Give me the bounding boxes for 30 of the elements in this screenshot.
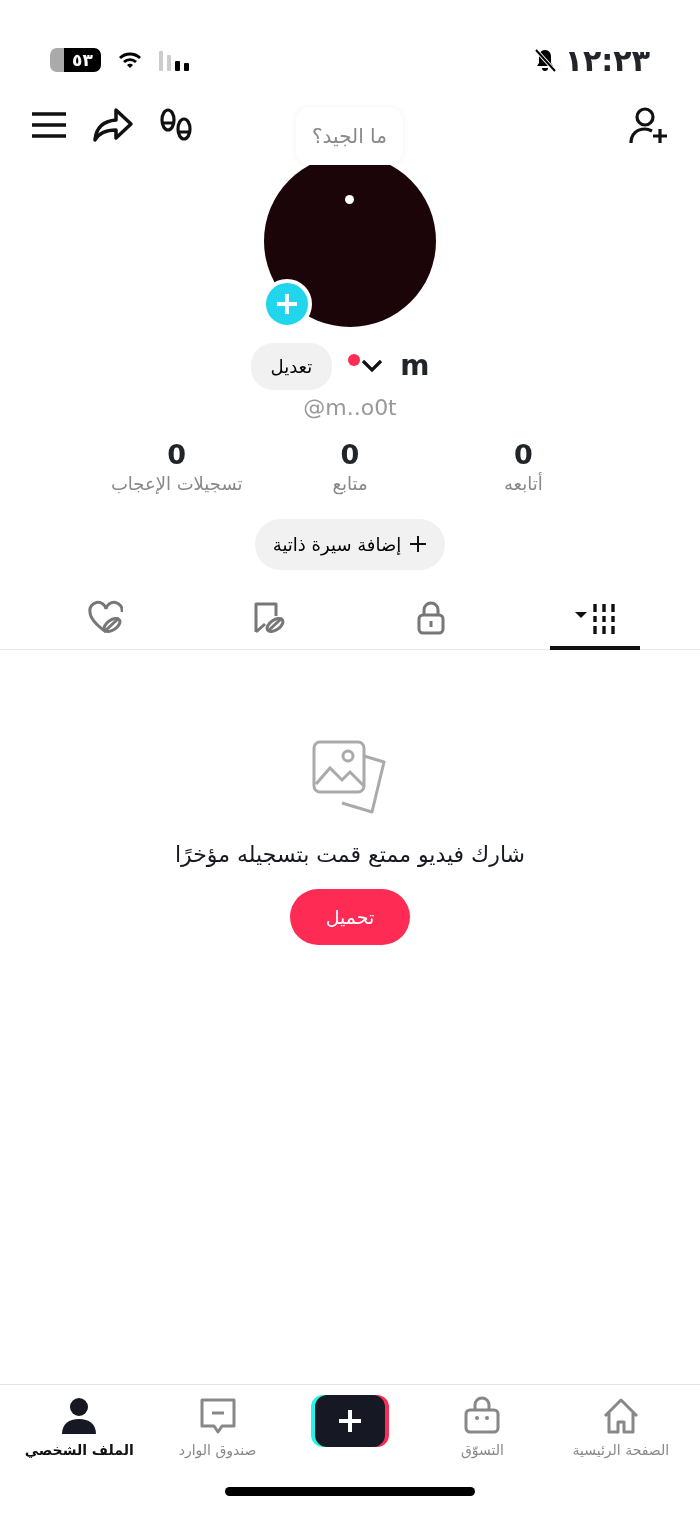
create-button[interactable] (311, 1395, 389, 1447)
photos-icon (312, 739, 388, 816)
bag-icon (462, 1396, 503, 1436)
nav-tab[interactable]: صندوق الوارد (148, 1395, 287, 1462)
stat-label: تسجيلات الإعجاب (110, 471, 243, 496)
empty-message: شارك فيديو ممتع قمت بتسجيله مؤخرًا (174, 840, 525, 869)
stat-label: أتابعه (503, 471, 543, 496)
upload-button[interactable]: تحميل (289, 888, 411, 946)
nav-tab[interactable]: الصفحة الرئيسية (551, 1395, 690, 1462)
add-friend-icon[interactable] (628, 105, 670, 145)
share-icon[interactable] (92, 106, 134, 144)
footprints-icon[interactable] (158, 107, 194, 143)
tooltip-pointer (345, 195, 354, 204)
plus-icon (409, 535, 428, 554)
stat-count: 0 (340, 440, 360, 470)
nav-tab[interactable]: التسوّق (413, 1395, 552, 1462)
stat-label: متابع (332, 471, 368, 497)
battery-indicator: ٥٣ (50, 48, 101, 72)
username: m (400, 348, 430, 384)
menu-icon[interactable] (30, 110, 68, 140)
plus-icon (274, 291, 300, 317)
tooltip: ما الجيد؟ (296, 107, 403, 165)
stat-count: 0 (513, 440, 533, 470)
stat-count: 0 (167, 440, 187, 470)
add-bio-button[interactable]: إضافة سيرة ذاتية (254, 518, 446, 570)
status-time: ١٢:٢٣ (564, 41, 650, 80)
nav-tab[interactable]: الملف الشخصي (9, 1395, 149, 1462)
user-handle: @m..o0t (303, 394, 397, 422)
edit-button[interactable]: تعديل (250, 342, 333, 390)
hidden-heart-icon (87, 599, 123, 636)
